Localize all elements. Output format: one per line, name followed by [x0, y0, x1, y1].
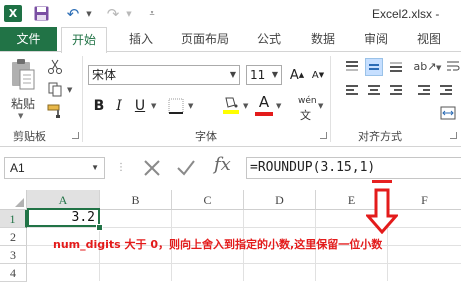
- font-color-swatch: [255, 112, 273, 116]
- font-size-dropdown[interactable]: 11 ▼: [246, 65, 282, 85]
- decrease-indent-icon[interactable]: [415, 82, 433, 100]
- save-icon[interactable]: [33, 5, 49, 22]
- paste-icon[interactable]: [10, 58, 36, 92]
- font-size-value: 11: [250, 68, 266, 82]
- tab-formulas[interactable]: 公式: [254, 27, 284, 52]
- annotation-text: num_digits 大于 0，则向上舍入到指定的小数,这里保留一位小数: [53, 238, 383, 251]
- phonetic-icon: 文: [300, 109, 311, 122]
- column-header[interactable]: D: [244, 190, 316, 210]
- align-left-icon[interactable]: [343, 82, 361, 100]
- name-box-value: A1: [10, 161, 25, 175]
- row-header[interactable]: 1: [0, 210, 27, 228]
- undo-dropdown-icon[interactable]: ▼: [85, 5, 93, 22]
- column-header[interactable]: F: [388, 190, 461, 210]
- tab-home[interactable]: 开始: [61, 27, 107, 53]
- row-header[interactable]: 3: [0, 246, 27, 264]
- undo-icon[interactable]: ↶: [64, 5, 82, 23]
- chevron-down-icon[interactable]: ▼: [91, 158, 99, 178]
- font-color-button[interactable]: A: [257, 92, 271, 112]
- bold-button[interactable]: B: [92, 96, 106, 116]
- orientation-dropdown-icon[interactable]: ▼: [436, 64, 441, 72]
- alignment-group-label: 对齐方式: [358, 130, 402, 143]
- top-align-icon[interactable]: [343, 58, 361, 76]
- font-group-label: 字体: [195, 130, 217, 143]
- ribbon-tabs: 文件 开始 插入 页面布局 公式 数据 审阅 视图: [0, 27, 461, 53]
- ribbon-home: 粘贴 ▼ ▼ 剪贴板 宋体 ▼ 11 ▼ A ▲ A ▼ B I U ▼ ▼ ▼ A…: [0, 51, 461, 147]
- title-bar: X ↶ ▼ ↷ ▼ ⩡ Excel2.xlsx -: [0, 0, 461, 27]
- row-header[interactable]: 4: [0, 264, 27, 282]
- copy-icon[interactable]: [45, 80, 65, 98]
- chevron-down-icon[interactable]: ▼: [272, 66, 278, 84]
- bottom-align-icon[interactable]: [387, 58, 405, 76]
- name-box[interactable]: A1 ▼: [4, 157, 105, 179]
- gridline: [27, 263, 461, 264]
- phonetic-guide-button[interactable]: wén: [298, 96, 317, 106]
- fill-color-dropdown-icon[interactable]: ▼: [243, 102, 248, 110]
- font-launcher-icon[interactable]: [320, 132, 327, 139]
- tab-view[interactable]: 视图: [414, 27, 444, 52]
- group-divider: [82, 56, 83, 142]
- underline-dropdown-icon[interactable]: ▼: [151, 102, 156, 110]
- formula-bar-handle-icon[interactable]: ⋮: [116, 162, 126, 173]
- select-all-button[interactable]: [0, 190, 27, 210]
- clipboard-launcher-icon[interactable]: [72, 132, 79, 139]
- merge-center-icon[interactable]: [438, 104, 458, 122]
- increase-indent-icon[interactable]: [437, 82, 455, 100]
- shrink-font-icon[interactable]: A ▼: [308, 66, 328, 84]
- grow-font-icon[interactable]: A ▲: [287, 66, 307, 84]
- column-header[interactable]: A: [27, 190, 100, 210]
- italic-button[interactable]: I: [114, 96, 124, 116]
- align-right-icon[interactable]: [387, 82, 405, 100]
- redo-dropdown-icon[interactable]: ▼: [125, 5, 133, 22]
- row-header[interactable]: 2: [0, 228, 27, 246]
- alignment-launcher-icon[interactable]: [450, 132, 457, 139]
- document-title: Excel2.xlsx -: [372, 7, 440, 21]
- tab-file[interactable]: 文件: [0, 27, 57, 52]
- middle-align-icon[interactable]: [365, 58, 383, 76]
- annotation-arrow-icon: [364, 188, 400, 235]
- redo-icon[interactable]: ↷: [104, 5, 122, 23]
- cancel-entry-icon[interactable]: [140, 156, 164, 180]
- fill-color-icon[interactable]: [221, 96, 241, 114]
- enter-entry-icon[interactable]: [174, 156, 198, 180]
- group-divider: [330, 56, 331, 142]
- borders-icon[interactable]: [166, 97, 186, 115]
- phonetic-dropdown-icon[interactable]: ▼: [318, 102, 323, 110]
- borders-dropdown-icon[interactable]: ▼: [188, 102, 193, 110]
- customize-toolbar-icon[interactable]: ⩡: [146, 5, 158, 22]
- column-header[interactable]: B: [100, 190, 172, 210]
- font-color-dropdown-icon[interactable]: ▼: [276, 102, 281, 110]
- tab-review[interactable]: 审阅: [361, 27, 391, 52]
- cut-icon[interactable]: [45, 58, 65, 76]
- format-painter-icon[interactable]: [45, 102, 65, 120]
- orientation-icon[interactable]: ab↗: [414, 57, 437, 75]
- formula-input[interactable]: =ROUNDUP(3.15,1): [246, 157, 461, 179]
- underline-button[interactable]: U: [134, 96, 146, 116]
- chevron-down-icon[interactable]: ▼: [230, 66, 236, 84]
- tab-insert[interactable]: 插入: [126, 27, 156, 52]
- font-name-value: 宋体: [92, 68, 117, 82]
- excel-logo-icon: X: [4, 5, 22, 22]
- copy-dropdown-icon[interactable]: ▼: [67, 86, 72, 94]
- clipboard-group-label: 剪贴板: [13, 130, 46, 143]
- tab-page-layout[interactable]: 页面布局: [180, 27, 230, 52]
- fill-handle[interactable]: [96, 224, 103, 231]
- active-cell-a1[interactable]: 3.2: [27, 208, 100, 227]
- paste-button[interactable]: 粘贴: [11, 95, 35, 112]
- insert-function-button[interactable]: fx: [214, 154, 231, 175]
- column-header[interactable]: C: [172, 190, 244, 210]
- font-name-dropdown[interactable]: 宋体 ▼: [88, 65, 240, 85]
- paste-dropdown-icon[interactable]: ▼: [18, 112, 23, 120]
- align-center-icon[interactable]: [365, 82, 383, 100]
- tab-data[interactable]: 数据: [308, 27, 338, 52]
- annotation-underline: [372, 180, 392, 183]
- wrap-text-icon[interactable]: [443, 57, 461, 75]
